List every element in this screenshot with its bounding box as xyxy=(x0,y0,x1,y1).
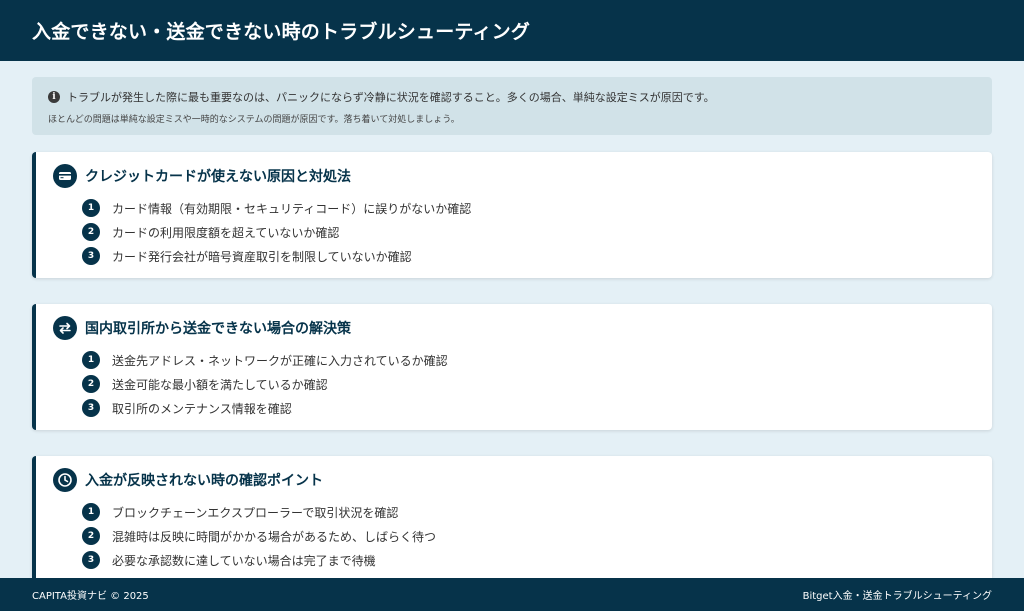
info-icon: i xyxy=(48,91,60,103)
list-item: 1 送金先アドレス・ネットワークが正確に入力されているか確認 xyxy=(82,348,992,372)
card-transfer: 国内取引所から送金できない場合の解決策 1 送金先アドレス・ネットワークが正確に入… xyxy=(32,304,992,430)
list-item: 3 必要な承認数に達していない場合は完了まで待機 xyxy=(82,548,992,572)
step-number: 1 xyxy=(82,351,100,369)
list-item-text: 取引所のメンテナンス情報を確認 xyxy=(112,401,292,416)
step-number: 3 xyxy=(82,247,100,265)
list-item-text: カード情報（有効期限・セキュリティコード）に誤りがないか確認 xyxy=(112,201,472,216)
list-item-text: 混雑時は反映に時間がかかる場合があるため、しばらく待つ xyxy=(112,529,437,544)
card-title: 国内取引所から送金できない場合の解決策 xyxy=(85,321,351,337)
checklist: 1 ブロックチェーンエクスプローラーで取引状況を確認 2 混雑時は反映に時間がかかる… xyxy=(53,500,992,572)
step-number: 3 xyxy=(82,399,100,417)
credit-card-icon xyxy=(53,164,77,188)
page-title: 入金できない・送金できない時のトラブルシューティング xyxy=(32,21,531,43)
list-item: 3 カード発行会社が暗号資産取引を制限していないか確認 xyxy=(82,244,992,268)
step-number: 2 xyxy=(82,223,100,241)
clock-icon xyxy=(53,468,77,492)
card-title: 入金が反映されない時の確認ポイント xyxy=(85,473,323,489)
page-header: 入金できない・送金できない時のトラブルシューティング xyxy=(0,0,1024,61)
list-item: 3 取引所のメンテナンス情報を確認 xyxy=(82,396,992,420)
page: 入金できない・送金できない時のトラブルシューティング i トラブルが発生した際に… xyxy=(0,0,1024,611)
exchange-icon xyxy=(53,316,77,340)
list-item-text: カード発行会社が暗号資産取引を制限していないか確認 xyxy=(112,249,412,264)
step-number: 1 xyxy=(82,503,100,521)
step-number: 2 xyxy=(82,375,100,393)
list-item: 1 ブロックチェーンエクスプローラーで取引状況を確認 xyxy=(82,500,992,524)
list-item-text: ブロックチェーンエクスプローラーで取引状況を確認 xyxy=(112,505,399,520)
list-item: 2 カードの利用限度額を超えていないか確認 xyxy=(82,220,992,244)
step-number: 2 xyxy=(82,527,100,545)
list-item-text: 送金先アドレス・ネットワークが正確に入力されているか確認 xyxy=(112,353,448,368)
list-item-text: 送金可能な最小額を満たしているか確認 xyxy=(112,377,328,392)
card-title: クレジットカードが使えない原因と対処法 xyxy=(85,169,351,185)
notice-line-2: ほとんどの問題は単純な設定ミスや一時的なシステムの問題が原因です。落ち着いて対処… xyxy=(48,115,460,125)
page-footer: CAPITA投資ナビ © 2025 Bitget入金・送金トラブルシューティング xyxy=(0,578,1024,611)
list-item: 1 カード情報（有効期限・セキュリティコード）に誤りがないか確認 xyxy=(82,196,992,220)
list-item: 2 送金可能な最小額を満たしているか確認 xyxy=(82,372,992,396)
footer-page-label: Bitget入金・送金トラブルシューティング xyxy=(802,591,992,602)
card-credit-card: クレジットカードが使えない原因と対処法 1 カード情報（有効期限・セキュリティコー… xyxy=(32,152,992,278)
footer-copyright: CAPITA投資ナビ © 2025 xyxy=(32,591,149,602)
list-item-text: カードの利用限度額を超えていないか確認 xyxy=(112,225,340,240)
checklist: 1 送金先アドレス・ネットワークが正確に入力されているか確認 2 送金可能な最小額を… xyxy=(53,348,992,420)
step-number: 1 xyxy=(82,199,100,217)
card-deposit: 入金が反映されない時の確認ポイント 1 ブロックチェーンエクスプローラーで取引状況… xyxy=(32,456,992,578)
list-item: 2 混雑時は反映に時間がかかる場合があるため、しばらく待つ xyxy=(82,524,992,548)
list-item-text: 必要な承認数に達していない場合は完了まで待機 xyxy=(112,553,376,568)
checklist: 1 カード情報（有効期限・セキュリティコード）に誤りがないか確認 2 カードの利用限… xyxy=(53,196,992,268)
step-number: 3 xyxy=(82,551,100,569)
notice-line-1: トラブルが発生した際に最も重要なのは、パニックにならず冷静に状況を確認すること。… xyxy=(67,91,715,104)
info-notice: i トラブルが発生した際に最も重要なのは、パニックにならず冷静に状況を確認するこ… xyxy=(32,77,992,135)
